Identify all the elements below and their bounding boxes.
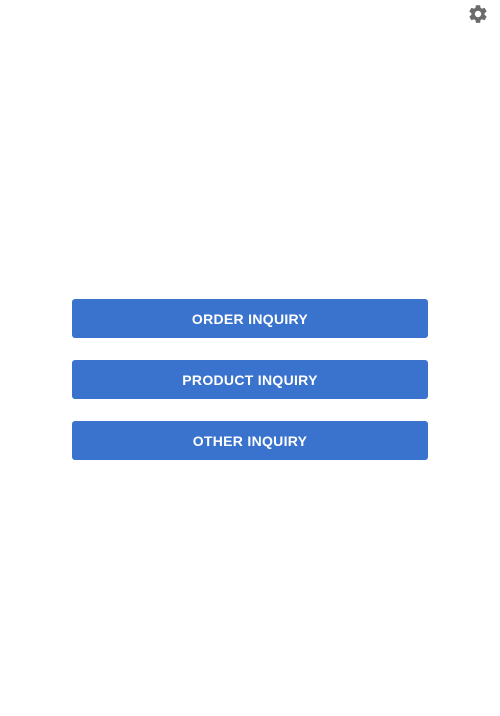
inquiry-menu-screen: ORDER INQUIRY PRODUCT INQUIRY OTHER INQU… [0,0,500,716]
other-inquiry-button[interactable]: OTHER INQUIRY [72,421,428,460]
gear-icon [469,5,487,23]
inquiry-button-group: ORDER INQUIRY PRODUCT INQUIRY OTHER INQU… [72,299,428,460]
product-inquiry-button[interactable]: PRODUCT INQUIRY [72,360,428,399]
settings-button[interactable] [466,2,490,26]
order-inquiry-button[interactable]: ORDER INQUIRY [72,299,428,338]
